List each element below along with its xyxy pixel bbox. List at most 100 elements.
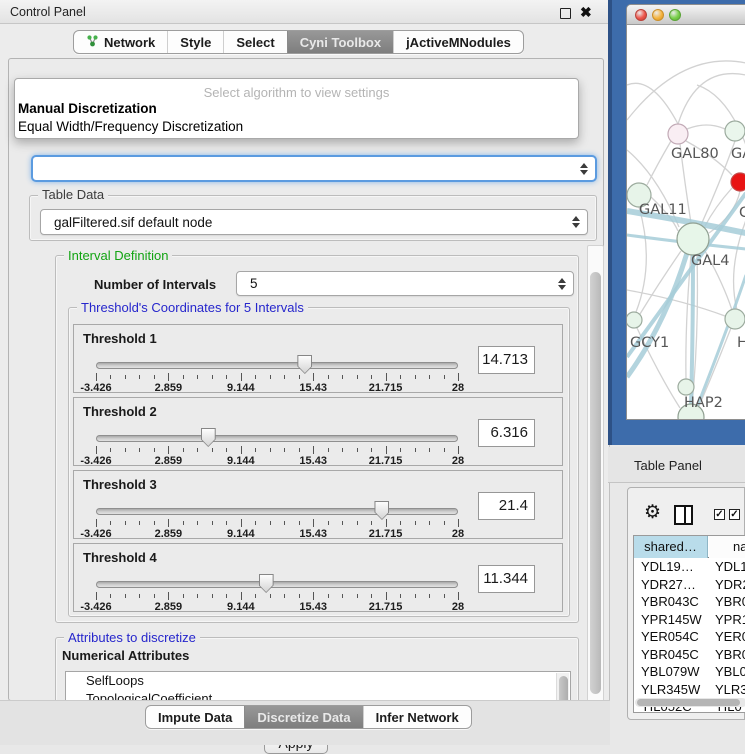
- number-of-intervals-combobox[interactable]: 5: [236, 271, 574, 296]
- attributes-group-title: Attributes to discretize: [64, 630, 200, 645]
- close-traffic-light-icon[interactable]: [635, 9, 647, 21]
- algorithm-combobox[interactable]: [31, 155, 597, 182]
- panel-scrollbar-thumb[interactable]: [590, 272, 601, 694]
- zoom-traffic-light-icon[interactable]: [669, 9, 681, 21]
- table-cell[interactable]: YBR045C: [641, 646, 707, 663]
- tab-network[interactable]: Network: [74, 31, 167, 53]
- network-view-window: GAL80GAGAL11CGAL4GCY1HHAP2: [626, 4, 745, 420]
- network-node[interactable]: [678, 379, 694, 395]
- tab-discretize-data[interactable]: Discretize Data: [244, 706, 362, 728]
- network-edge: [687, 125, 725, 129]
- columns-icon[interactable]: [674, 505, 693, 525]
- table-cell[interactable]: YDL1: [715, 558, 745, 575]
- network-node-label: GAL4: [691, 253, 729, 269]
- threshold-value-field[interactable]: 14.713: [478, 346, 535, 374]
- table-cell[interactable]: YBR043C: [641, 593, 707, 610]
- threshold-slider-track[interactable]: [96, 435, 458, 442]
- table-cell[interactable]: YBL079W: [641, 663, 707, 680]
- tab-jactivemnodules[interactable]: jActiveMNodules: [393, 31, 523, 53]
- float-window-icon[interactable]: [560, 8, 571, 19]
- threshold-slider-thumb[interactable]: [297, 355, 312, 374]
- network-edge: [678, 74, 745, 124]
- table-cell[interactable]: YPR1: [715, 611, 745, 628]
- network-node-label: HAP2: [684, 395, 723, 411]
- tab-impute-data[interactable]: Impute Data: [146, 706, 244, 728]
- table-row[interactable]: YDR27… YDR2: [634, 576, 745, 594]
- threshold-value-field[interactable]: 21.4: [478, 492, 535, 520]
- dropdown-option-equal-width-frequency[interactable]: Equal Width/Frequency Discretization: [18, 119, 577, 134]
- threshold-label: Threshold 3: [83, 477, 157, 492]
- table-cell[interactable]: YBR0: [715, 593, 745, 610]
- threshold-slider-track[interactable]: [96, 581, 458, 588]
- threshold-slider-track[interactable]: [96, 362, 458, 369]
- slider-tick-labels: -3.4262.8599.14415.4321.71528: [96, 601, 458, 613]
- table-cell[interactable]: YDL19…: [641, 558, 707, 575]
- network-window-titlebar[interactable]: [627, 5, 745, 25]
- network-node[interactable]: [731, 173, 745, 191]
- table-cell[interactable]: YER054C: [641, 628, 707, 645]
- tab-select[interactable]: Select: [223, 31, 286, 53]
- threshold-slider-track[interactable]: [96, 508, 458, 515]
- gear-icon[interactable]: ⚙: [644, 503, 661, 522]
- tab-label: Select: [236, 35, 274, 50]
- table-data-combobox[interactable]: galFiltered.sif default node: [40, 209, 588, 235]
- threshold-slider-thumb[interactable]: [259, 574, 274, 593]
- tab-infer-network[interactable]: Infer Network: [363, 706, 471, 728]
- table-cell[interactable]: YER0: [715, 628, 745, 645]
- table-row[interactable]: YER054C YER0: [634, 628, 745, 646]
- table-row[interactable]: YBL079W YBL0: [634, 663, 745, 681]
- control-panel-titlebar[interactable]: Control Panel ✖: [0, 0, 609, 24]
- threshold-value-field[interactable]: 6.316: [478, 419, 535, 447]
- threshold-value-field[interactable]: 11.344: [478, 565, 535, 593]
- attribute-item-selfloops[interactable]: SelfLoops: [66, 672, 570, 690]
- threshold-slider-thumb[interactable]: [201, 428, 216, 447]
- slider-tick-marks: [96, 373, 458, 382]
- tab-label: jActiveMNodules: [406, 35, 511, 50]
- threshold-label: Threshold 1: [83, 331, 157, 346]
- checkbox-icon[interactable]: ✓: [714, 509, 725, 520]
- dropdown-option-manual-discretization[interactable]: Manual Discretization: [18, 101, 577, 116]
- network-node[interactable]: [627, 312, 642, 328]
- close-icon[interactable]: ✖: [580, 4, 592, 21]
- network-canvas[interactable]: GAL80GAGAL11CGAL4GCY1HHAP2: [627, 25, 745, 420]
- table-cell[interactable]: YPR145W: [641, 611, 707, 628]
- tab-style[interactable]: Style: [167, 31, 223, 53]
- combo-arrows-icon: [558, 278, 566, 290]
- column-header-shared-name[interactable]: shared…: [634, 536, 708, 558]
- network-node[interactable]: [725, 121, 745, 141]
- node-attribute-table: shared… na YDL19…YDL1YDR27…YDR2YBR043CYB…: [633, 535, 745, 713]
- table-panel-titlebar[interactable]: Table Panel: [608, 447, 745, 483]
- combo-arrows-icon: [572, 216, 580, 228]
- table-horizontal-scrollbar[interactable]: [635, 698, 745, 707]
- column-header-name[interactable]: na: [709, 536, 745, 558]
- slider-tick-marks: [96, 446, 458, 455]
- network-node-label: GCY1: [630, 335, 669, 351]
- slider-tick-labels: -3.4262.8599.14415.4321.71528: [96, 382, 458, 394]
- table-row[interactable]: YBR043C YBR0: [634, 593, 745, 611]
- network-node-label: C: [739, 205, 745, 221]
- table-cell[interactable]: YLR345W: [641, 681, 707, 698]
- checkbox-icon[interactable]: ✓: [729, 509, 740, 520]
- table-data-value: galFiltered.sif default node: [54, 215, 212, 230]
- table-row[interactable]: YPR145W YPR1: [634, 611, 745, 629]
- table-cell[interactable]: YBL0: [715, 663, 745, 680]
- network-node[interactable]: [725, 309, 745, 329]
- minimize-traffic-light-icon[interactable]: [652, 9, 664, 21]
- table-hscroll-thumb[interactable]: [637, 699, 740, 706]
- network-node[interactable]: [668, 124, 688, 144]
- network-node[interactable]: [677, 223, 709, 255]
- table-row[interactable]: YDL19… YDL1: [634, 558, 745, 576]
- threshold-slider-thumb[interactable]: [374, 501, 389, 520]
- table-cell[interactable]: YBR0: [715, 646, 745, 663]
- table-row[interactable]: YLR345W YLR3: [634, 681, 745, 699]
- tab-label: Network: [104, 35, 155, 50]
- threshold-panel-3: Threshold 3-3.4262.8599.14415.4321.71528…: [73, 470, 563, 539]
- table-cell[interactable]: YDR27…: [641, 576, 707, 593]
- table-row[interactable]: YBR045C YBR0: [634, 646, 745, 664]
- table-cell[interactable]: YLR3: [715, 681, 745, 698]
- number-of-intervals-label: Number of Intervals: [94, 277, 216, 292]
- panel-scrollbar[interactable]: [587, 245, 604, 731]
- threshold-label: Threshold 2: [83, 404, 157, 419]
- tab-cyni-toolbox[interactable]: Cyni Toolbox: [287, 31, 393, 53]
- table-cell[interactable]: YDR2: [715, 576, 745, 593]
